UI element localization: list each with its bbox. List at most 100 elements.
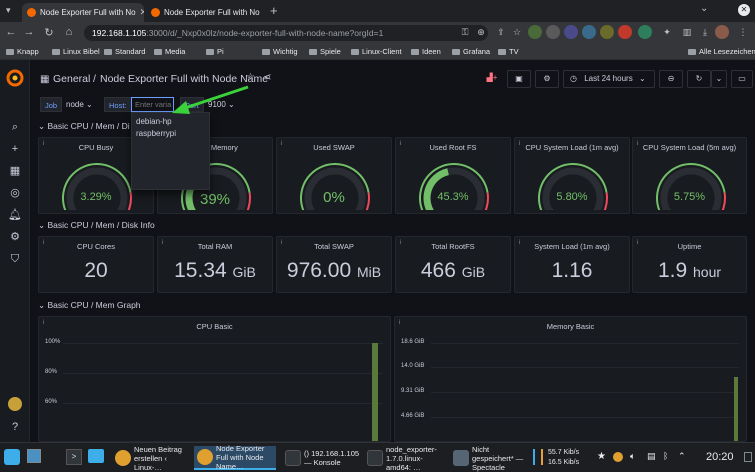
bookmark-folder[interactable]: Linux Bibel — [52, 47, 100, 56]
menu-dots-icon[interactable]: ⋮ — [736, 25, 750, 39]
zoom-icon[interactable]: ⊕ — [474, 25, 488, 39]
memory-basic-panel[interactable]: i Memory Basic 18.6 GiB 14.0 GiB 9.31 Gi… — [394, 316, 747, 442]
grafana-logo-icon[interactable] — [6, 69, 24, 87]
network-icon[interactable]: ▤ — [647, 451, 656, 462]
dashboard-settings-button[interactable]: ⚙ — [535, 70, 559, 88]
extensions-puzzle-icon[interactable]: ✦ — [660, 25, 674, 39]
extension-icon[interactable] — [528, 25, 542, 39]
extension-icon[interactable] — [618, 25, 632, 39]
bookmark-folder[interactable]: Wichtig — [262, 47, 298, 56]
stat-panel[interactable]: i Total RootFS 466 GiB — [395, 236, 511, 293]
close-tab-icon[interactable]: ✕ — [260, 7, 265, 18]
zoom-out-button[interactable]: ⊖ — [659, 70, 683, 88]
share-dashboard-icon[interactable]: ⋖ — [263, 72, 271, 83]
terminal-icon[interactable]: > — [66, 449, 82, 465]
gauge-panel[interactable]: i CPU System Load (1m avg) 5.80% — [514, 137, 630, 214]
clock[interactable]: 20:20 — [706, 451, 734, 463]
all-bookmarks[interactable]: Alle Lesezeichen — [688, 47, 755, 56]
tv-mode-button[interactable]: ▭ — [731, 70, 753, 88]
user-avatar[interactable] — [8, 397, 22, 411]
browser-tab-1[interactable]: Node Exporter Full with No ✕ — [22, 3, 144, 22]
password-key-icon[interactable]: ⚿ — [458, 25, 472, 39]
taskbar-item[interactable]: Neuen Beitrag erstellen ‹ Linux-… — [112, 445, 192, 472]
stat-panel[interactable]: i Total RAM 15.34 GiB — [157, 236, 273, 293]
add-panel-button[interactable]: ▟+ — [480, 70, 504, 88]
bookmark-folder[interactable]: Spiele — [309, 47, 341, 56]
taskbar-item[interactable]: Nicht gespeichert* — Spectacle — [450, 445, 530, 472]
save-dashboard-button[interactable]: ▣ — [507, 70, 531, 88]
stat-panel[interactable]: i Uptime 1.9 hour — [632, 236, 747, 293]
dashboards-grid-icon[interactable]: ▦ — [8, 164, 22, 178]
extension-icon[interactable] — [638, 25, 652, 39]
bookmark-folder[interactable]: Linux-Client — [351, 47, 402, 56]
gauge-panel[interactable]: i Used Root FS 45.3% — [395, 137, 511, 214]
minimize-window-icon[interactable]: ⌄ — [700, 3, 708, 14]
taskbar-item[interactable]: Node Exporter Full with Node Name… — [194, 444, 276, 471]
file-manager-icon[interactable] — [88, 449, 104, 463]
taskbar-item[interactable]: () 192.168.1.105 — Konsole — [282, 446, 360, 470]
create-plus-icon[interactable]: + — [8, 142, 22, 156]
gauge-value: 5.75% — [673, 191, 706, 203]
stat-panel[interactable]: i Total SWAP 976.00 MiB — [276, 236, 392, 293]
gauge-panel[interactable]: i CPU System Load (5m avg) 5.75% — [632, 137, 747, 214]
row-header-3[interactable]: ⌄ Basic CPU / Mem Graph — [38, 299, 141, 311]
tray-expand-icon[interactable]: ⌃ — [678, 451, 686, 462]
close-tab-icon[interactable]: ✕ — [136, 7, 144, 18]
bookmark-folder[interactable]: Grafana — [452, 47, 490, 56]
dropdown-option[interactable]: debian-hp — [136, 117, 172, 126]
explore-compass-icon[interactable]: ◎ — [8, 186, 22, 200]
sidebar-icon[interactable]: ▥ — [680, 25, 694, 39]
favorite-star-icon[interactable]: ☆ — [246, 72, 255, 83]
extension-icon[interactable] — [582, 25, 596, 39]
extension-icon[interactable] — [564, 25, 578, 39]
stat-panel[interactable]: i System Load (1m avg) 1.16 — [514, 236, 630, 293]
avatar[interactable] — [715, 25, 729, 39]
show-desktop-icon[interactable] — [744, 452, 752, 462]
cpu-basic-panel[interactable]: i CPU Basic 100% 80% 60% — [38, 316, 391, 442]
download-icon[interactable]: ⤓ — [698, 25, 712, 39]
bookmark-folder[interactable]: TV — [498, 47, 519, 56]
help-icon[interactable]: ? — [8, 420, 22, 434]
breadcrumb-root[interactable]: General — [53, 73, 90, 85]
bookmark-star-icon[interactable]: ☆ — [510, 25, 524, 39]
search-icon[interactable]: ⌕ — [8, 120, 22, 134]
bookmark-label: Knapp — [17, 47, 39, 56]
volume-icon[interactable]: 🔈︎ — [630, 451, 635, 462]
forward-icon[interactable]: → — [22, 26, 36, 38]
app-launcher-icon[interactable] — [4, 449, 20, 465]
browser-tab-2[interactable]: Node Exporter Full with No ✕ — [146, 3, 264, 22]
reload-icon[interactable]: ↻ — [42, 26, 56, 39]
stat-number: 976.00 — [286, 259, 352, 282]
refresh-interval-button[interactable]: ⌄ — [711, 70, 727, 88]
alerting-bell-icon[interactable]: 🔔︎ — [8, 208, 22, 222]
bookmark-folder[interactable]: Standard — [104, 47, 145, 56]
home-icon[interactable]: ⌂ — [62, 26, 76, 38]
job-variable-select[interactable]: node ⌄ — [62, 97, 97, 112]
row-header-2[interactable]: ⌄ Basic CPU / Mem / Disk Info — [38, 219, 155, 231]
bookmark-folder[interactable]: Pi — [206, 47, 224, 56]
share-icon[interactable]: ⇪ — [494, 25, 508, 39]
time-picker[interactable]: ◷ Last 24 hours ⌄ — [563, 70, 655, 88]
gauge-panel[interactable]: i Used SWAP 0% — [276, 137, 392, 214]
bluetooth-icon[interactable]: ᛒ — [663, 451, 668, 461]
row-header-1[interactable]: ⌄ Basic CPU / Mem / Di — [38, 120, 130, 132]
favorite-star-icon[interactable]: ★ — [597, 451, 606, 462]
refresh-button[interactable]: ↻ — [687, 70, 711, 88]
close-window-icon[interactable]: ✕ — [738, 4, 750, 16]
bookmark-folder[interactable]: Ideen — [411, 47, 441, 56]
taskbar-item[interactable]: node_exporter-1.7.0.linux-amd64: … — [364, 445, 446, 472]
extension-icon[interactable] — [600, 25, 614, 39]
bookmark-folder[interactable]: Knapp — [6, 47, 39, 56]
extension-icon[interactable] — [546, 25, 560, 39]
bookmark-folder[interactable]: Media — [154, 47, 185, 56]
shield-icon[interactable]: ⛉ — [8, 252, 22, 266]
back-icon[interactable]: ← — [4, 26, 18, 38]
new-tab-button[interactable]: + — [270, 3, 278, 18]
desktop-pager-icon[interactable] — [27, 449, 41, 463]
dropdown-option[interactable]: raspberrypi — [136, 129, 176, 138]
settings-gear-icon[interactable]: ⚙ — [8, 230, 22, 244]
chrome-tray-icon[interactable] — [613, 452, 623, 462]
tab-list-icon[interactable]: ▾ — [6, 5, 11, 16]
address-bar[interactable]: 192.168.1.105:3000/d/_Nxp0x0lz/node-expo… — [84, 25, 488, 41]
stat-panel[interactable]: i CPU Cores 20 — [38, 236, 154, 293]
